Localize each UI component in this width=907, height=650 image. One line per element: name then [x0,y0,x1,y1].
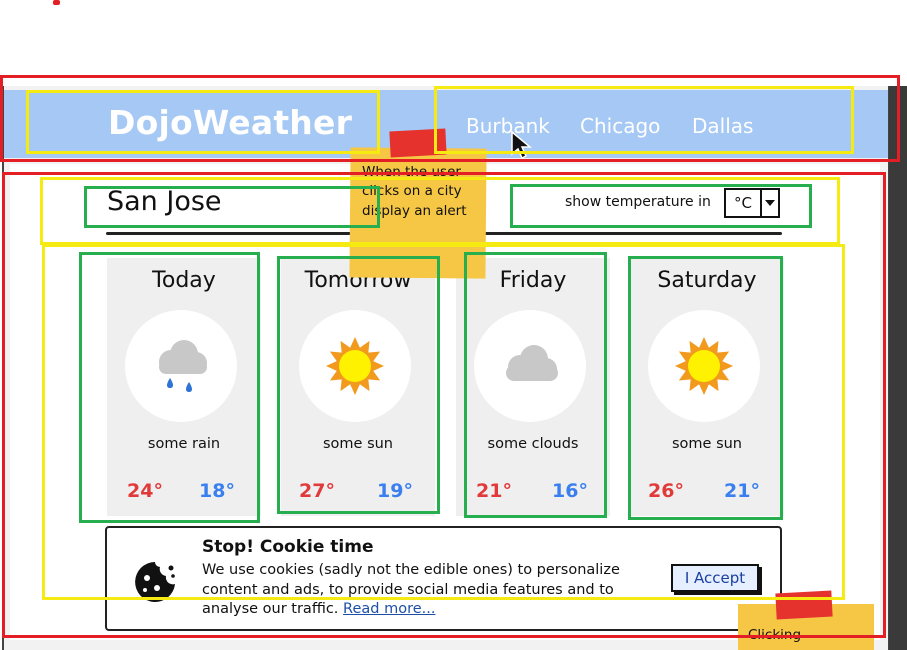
forecast-card: Saturday some sun 26° 21° [630,258,784,516]
forecast-description: some sun [671,436,742,452]
forecast-description: some clouds [487,436,579,452]
unit-select[interactable]: °C [724,188,780,218]
read-more-link[interactable]: Read more... [343,601,435,617]
forecast-description: some sun [322,436,393,452]
forecast-day: Saturday [657,268,757,293]
chevron-down-icon [762,190,778,216]
temp-high: 27° [299,480,335,502]
temp-low: 21° [724,480,760,502]
accept-button[interactable]: I Accept [671,564,759,592]
sticky-note-text: When the user clicks on a city display a… [362,164,467,219]
brand-logo[interactable]: DojoWeather [108,103,352,142]
annotation-mark [53,0,60,5]
temp-high: 26° [648,480,684,502]
window-edge [889,86,907,650]
temp-low: 18° [199,480,235,502]
city-title: San Jose [107,186,222,217]
tape [775,590,833,620]
nav-link-burbank[interactable]: Burbank [466,114,550,138]
temp-high: 24° [127,480,163,502]
mouse-cursor-icon [510,130,533,160]
forecast-card: Today some rain 24° 18° [107,258,261,516]
nav-link-chicago[interactable]: Chicago [580,114,660,138]
temp-high: 21° [476,480,512,502]
rain-cloud-icon [125,310,237,422]
forecast-description: some rain [147,436,221,452]
forecast-card: Friday some clouds 21° 16° [456,258,610,516]
nav-link-dallas[interactable]: Dallas [692,114,753,138]
cookie-message: We use cookies (sadly not the edible one… [202,561,652,620]
unit-label: show temperature in [565,194,711,210]
sticky-note-text: Clicking [748,627,802,643]
temp-low: 19° [377,480,413,502]
forecast-card: Tomorrow some sun 27° 19° [281,258,435,516]
cloud-icon [474,310,586,422]
cookie-title: Stop! Cookie time [202,537,374,557]
temp-low: 16° [552,480,588,502]
sun-icon [299,310,411,422]
unit-select-value: °C [726,190,762,216]
cookie-icon [133,560,177,604]
sun-icon [648,310,760,422]
tape [389,128,447,158]
forecast-day: Today [152,268,216,293]
